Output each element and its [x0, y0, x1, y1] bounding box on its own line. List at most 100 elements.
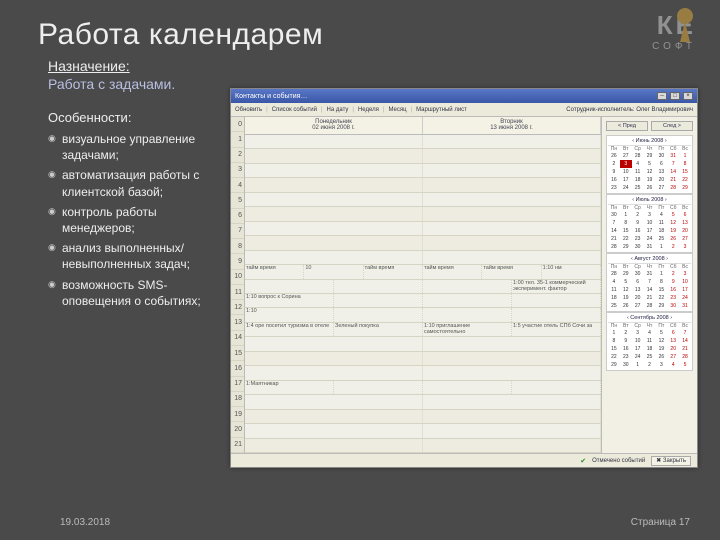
- time-row[interactable]: 1:00 тел. 35-1 коммерческий эксперимент.…: [245, 280, 601, 294]
- calendar-day[interactable]: 30: [655, 152, 667, 160]
- time-cell[interactable]: [423, 424, 601, 437]
- time-cell[interactable]: [423, 337, 601, 350]
- calendar-day[interactable]: 4: [655, 211, 667, 219]
- calendar-day[interactable]: 12: [620, 286, 632, 294]
- calendar-day[interactable]: 10: [620, 168, 632, 176]
- time-cell[interactable]: [423, 439, 601, 452]
- time-cell[interactable]: [245, 251, 423, 264]
- calendar-day[interactable]: 2: [667, 243, 679, 251]
- calendar-day[interactable]: 14: [667, 168, 679, 176]
- calendar-day[interactable]: 15: [679, 168, 691, 176]
- calendar-day[interactable]: 26: [644, 184, 656, 192]
- calendar-day[interactable]: 25: [608, 302, 620, 310]
- event-item[interactable]: 1:10 нм: [542, 265, 601, 278]
- calendar-day[interactable]: 2: [608, 160, 620, 168]
- calendar-day[interactable]: 10: [679, 278, 691, 286]
- calendar-day[interactable]: 7: [644, 278, 656, 286]
- calendar-day[interactable]: 28: [608, 270, 620, 278]
- window-titlebar[interactable]: Контакты и события… – □ ×: [231, 89, 697, 103]
- calendar-day[interactable]: 28: [632, 152, 644, 160]
- calendar-day[interactable]: 16: [632, 227, 644, 235]
- event-item[interactable]: 1:Маятникар: [245, 381, 334, 394]
- calendar-day[interactable]: 5: [655, 329, 667, 337]
- event-item[interactable]: Зеленый покупка: [334, 323, 423, 336]
- prev-button[interactable]: < Пред: [606, 121, 648, 131]
- calendar-day[interactable]: 31: [644, 270, 656, 278]
- calendar-day[interactable]: 31: [667, 152, 679, 160]
- calendar-day[interactable]: 2: [667, 270, 679, 278]
- event-item[interactable]: 10: [304, 265, 363, 278]
- time-cell[interactable]: [423, 178, 601, 191]
- calendar-day[interactable]: 11: [644, 337, 656, 345]
- day-header[interactable]: Понедельник02 июня 2008 г.: [245, 117, 423, 134]
- time-row[interactable]: 1:Маятникар: [245, 381, 601, 395]
- time-row[interactable]: тайм время10тайм времятайм времятайм вре…: [245, 265, 601, 279]
- calendar-day[interactable]: 8: [679, 160, 691, 168]
- calendar-day[interactable]: 22: [655, 294, 667, 302]
- toolbar-to-date[interactable]: На дату: [327, 107, 349, 113]
- time-cell[interactable]: [245, 366, 423, 379]
- calendar-day[interactable]: 29: [644, 152, 656, 160]
- calendar-day[interactable]: 23: [620, 353, 632, 361]
- calendar-day[interactable]: 20: [632, 294, 644, 302]
- month-title[interactable]: ‹ Сентябрь 2008 ›: [608, 314, 691, 323]
- calendar-day[interactable]: 12: [655, 337, 667, 345]
- calendar-day[interactable]: 4: [608, 278, 620, 286]
- calendar-day[interactable]: 17: [632, 345, 644, 353]
- calendar-day[interactable]: 30: [632, 243, 644, 251]
- toolbar-week[interactable]: Неделя: [358, 107, 379, 113]
- mini-calendar[interactable]: ‹ Июль 2008 ›ПнВтСрЧтПтСбВс3012345678910…: [606, 194, 693, 253]
- calendar-day[interactable]: 28: [667, 184, 679, 192]
- calendar-day[interactable]: 4: [667, 361, 679, 369]
- calendar-day[interactable]: 24: [620, 184, 632, 192]
- time-row[interactable]: 1:10 вопрос к Сорина: [245, 294, 601, 308]
- time-cell[interactable]: [245, 164, 423, 177]
- event-item[interactable]: [423, 381, 512, 394]
- event-item[interactable]: [512, 294, 601, 307]
- event-item[interactable]: 1:10 приглашение самостоятельно: [423, 323, 512, 336]
- time-cell[interactable]: [245, 149, 423, 162]
- calendar-day[interactable]: 21: [644, 294, 656, 302]
- calendar-day[interactable]: 10: [632, 337, 644, 345]
- event-item[interactable]: тайм время: [482, 265, 541, 278]
- time-cell[interactable]: [423, 164, 601, 177]
- calendar-day[interactable]: 7: [667, 160, 679, 168]
- calendar-day[interactable]: 27: [667, 353, 679, 361]
- calendar-day[interactable]: 11: [632, 168, 644, 176]
- time-cell[interactable]: [423, 395, 601, 408]
- time-row[interactable]: [245, 251, 601, 265]
- calendar-day[interactable]: 12: [644, 168, 656, 176]
- calendar-day[interactable]: 28: [608, 243, 620, 251]
- close-icon[interactable]: ×: [683, 92, 693, 100]
- calendar-day[interactable]: 22: [620, 235, 632, 243]
- calendar-day[interactable]: 29: [679, 184, 691, 192]
- calendar-day[interactable]: 5: [644, 160, 656, 168]
- event-item[interactable]: 1:5 участие отель СПб Сочи за: [512, 323, 601, 336]
- calendar-day[interactable]: 9: [608, 168, 620, 176]
- time-cell[interactable]: [245, 395, 423, 408]
- calendar-day[interactable]: 19: [644, 176, 656, 184]
- calendar-day[interactable]: 2: [644, 361, 656, 369]
- time-cell[interactable]: [245, 135, 423, 148]
- close-button[interactable]: ✖ Закрыть: [651, 456, 691, 466]
- calendar-day[interactable]: 21: [679, 345, 691, 353]
- calendar-day[interactable]: 4: [644, 329, 656, 337]
- calendar-day[interactable]: 1: [655, 243, 667, 251]
- event-item[interactable]: [423, 308, 512, 321]
- mini-calendar[interactable]: ‹ Июнь 2008 ›ПнВтСрЧтПтСбВс2627282930311…: [606, 135, 693, 194]
- time-cell[interactable]: [245, 193, 423, 206]
- calendar-day[interactable]: 19: [620, 294, 632, 302]
- calendar-day[interactable]: 15: [620, 227, 632, 235]
- calendar-day[interactable]: 27: [655, 184, 667, 192]
- calendar-day[interactable]: 24: [679, 294, 691, 302]
- time-row[interactable]: [245, 337, 601, 351]
- calendar-day[interactable]: 30: [620, 361, 632, 369]
- calendar-day[interactable]: 13: [679, 219, 691, 227]
- calendar-day[interactable]: 23: [608, 184, 620, 192]
- calendar-day[interactable]: 18: [632, 176, 644, 184]
- time-cell[interactable]: [423, 366, 601, 379]
- calendar-day[interactable]: 30: [632, 270, 644, 278]
- event-item[interactable]: 1:4 оре посетил туризма в отеле: [245, 323, 334, 336]
- calendar-day[interactable]: 22: [679, 176, 691, 184]
- calendar-day[interactable]: 16: [667, 286, 679, 294]
